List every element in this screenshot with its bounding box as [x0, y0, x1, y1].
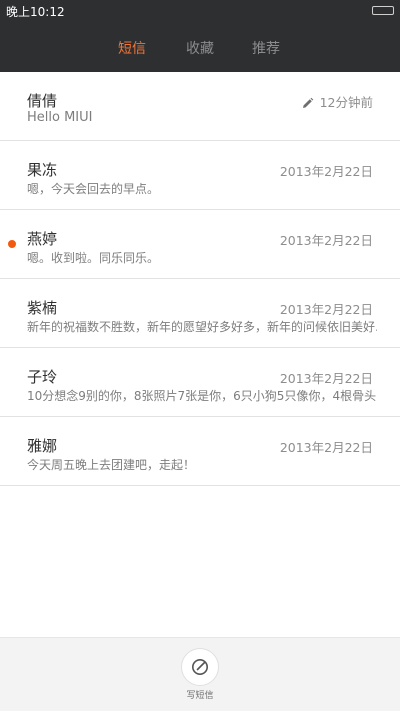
unread-dot-icon — [8, 240, 16, 248]
compose-label: 写短信 — [186, 691, 214, 701]
message-time-group: 12分钟前 — [301, 92, 373, 111]
compose-button[interactable] — [181, 648, 219, 686]
conversation-item[interactable]: 倩倩 Hello MIUI 12分钟前 — [0, 72, 400, 141]
tab-bar: 短信 收藏 推荐 — [0, 22, 400, 72]
contact-name: 雅娜 — [27, 437, 58, 455]
tab-recommended[interactable]: 推荐 — [236, 38, 296, 58]
contact-name: 倩倩 — [27, 92, 58, 110]
conversation-item[interactable]: 紫楠 新年的祝福数不胜数，新年的愿望好多好多，新年的问候依旧美好… 2013年2… — [0, 279, 400, 348]
conversation-item[interactable]: 子玲 10分想念9别的你，8张照片7张是你，6只小狗5只像你，4根骨头… 201… — [0, 348, 400, 417]
contact-name: 燕婷 — [27, 230, 58, 248]
message-time: 2013年2月22日 — [279, 302, 373, 317]
message-time: 2013年2月22日 — [279, 233, 373, 248]
status-bar: 晚上10:12 — [0, 0, 400, 22]
message-preview: 10分想念9别的你，8张照片7张是你，6只小狗5只像你，4根骨头… — [27, 389, 377, 403]
message-time: 12分钟前 — [319, 95, 373, 110]
conversation-item[interactable]: 燕婷 嗯。收到啦。同乐同乐。 2013年2月22日 — [0, 210, 400, 279]
conversation-list: 倩倩 Hello MIUI 12分钟前 果冻 嗯，今天会回去的早点。 2013年… — [0, 72, 400, 486]
conversation-item[interactable]: 雅娜 今天周五晚上去团建吧，走起！ 2013年2月22日 — [0, 417, 400, 486]
tab-favorites[interactable]: 收藏 — [170, 38, 230, 58]
message-preview: Hello MIUI — [27, 110, 93, 125]
compose-icon — [191, 658, 209, 676]
message-preview: 嗯，今天会回去的早点。 — [27, 182, 160, 196]
contact-name: 紫楠 — [27, 299, 58, 317]
contact-name: 果冻 — [27, 161, 58, 179]
battery-icon — [372, 6, 394, 15]
message-preview: 今天周五晚上去团建吧，走起！ — [27, 458, 196, 472]
pencil-icon — [301, 95, 314, 108]
message-preview: 嗯。收到啦。同乐同乐。 — [27, 251, 160, 265]
conversation-item[interactable]: 果冻 嗯，今天会回去的早点。 2013年2月22日 — [0, 141, 400, 210]
message-preview: 新年的祝福数不胜数，新年的愿望好多好多，新年的问候依旧美好… — [27, 320, 377, 334]
status-time: 晚上10:12 — [6, 5, 65, 19]
tab-messages[interactable]: 短信 — [102, 38, 162, 58]
message-time: 2013年2月22日 — [279, 164, 373, 179]
message-time: 2013年2月22日 — [279, 440, 373, 455]
message-time: 2013年2月22日 — [279, 371, 373, 386]
contact-name: 子玲 — [27, 368, 58, 386]
